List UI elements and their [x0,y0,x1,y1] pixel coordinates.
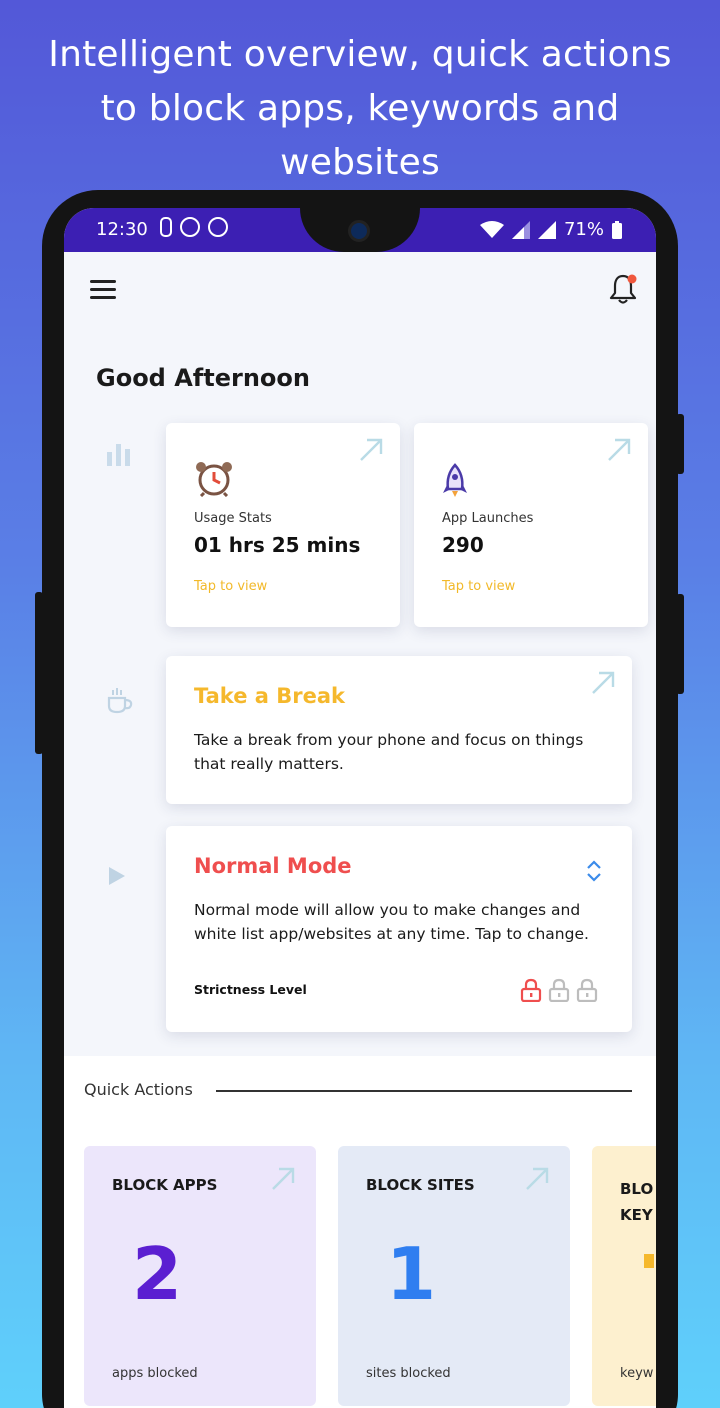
block-keywords-title-line-1: BLO [620,1180,654,1198]
status-notification-icons [160,217,228,237]
sim-icon [160,217,172,237]
greeting-title: Good Afternoon [96,364,310,392]
normal-mode-title: Normal Mode [194,854,352,878]
usage-stats-card[interactable]: Usage Stats 01 hrs 25 mins Tap to view [166,423,400,627]
open-arrow-icon [272,1167,295,1190]
app-launches-value: 290 [442,533,484,557]
app-launches-link[interactable]: Tap to view [442,579,515,594]
block-sites-title: BLOCK SITES [366,1176,475,1194]
block-keywords-count-mark [644,1254,654,1268]
usage-stats-label: Usage Stats [194,511,272,526]
headline-line-3: websites [280,142,440,183]
quick-actions-title: Quick Actions [84,1080,193,1099]
status-system-icons: 71% [479,219,622,240]
front-camera [348,220,370,242]
status-time: 12:30 [96,219,148,240]
app-launches-label: App Launches [442,511,534,526]
block-keywords-sub: keyw [620,1366,654,1381]
status-bar: 12:30 71% [64,208,656,252]
notification-bell-icon[interactable] [608,272,638,306]
app-launches-card[interactable]: App Launches 290 Tap to view [414,423,648,627]
signal-icon [511,220,530,239]
strictness-level-label: Strictness Level [194,982,307,997]
signal-icon-2 [537,220,556,239]
rocket-icon [443,463,467,497]
block-keywords-title: BLO KEY [620,1176,653,1228]
block-apps-sub: apps blocked [112,1366,198,1381]
block-apps-title: BLOCK APPS [112,1176,218,1194]
open-arrow-icon [526,1167,549,1190]
lock-icon [548,978,570,1002]
block-sites-card[interactable]: BLOCK SITES 1 sites blocked [338,1146,570,1406]
block-keywords-title-line-2: KEY [620,1206,653,1224]
chevron-up-down-icon[interactable] [586,860,602,882]
app-top-bar [64,252,656,332]
lock-icon-active [520,978,542,1002]
headline-line-1: Intelligent overview, quick actions [48,34,672,75]
bar-chart-icon [107,444,130,466]
open-arrow-icon [360,438,383,461]
block-sites-count: 1 [386,1232,437,1316]
settings-icon [180,217,200,237]
block-keywords-card[interactable]: BLO KEY keyw [592,1146,656,1406]
headline-line-2: to block apps, keywords and [100,88,620,129]
phone-power-button [676,414,684,474]
take-break-body: Take a break from your phone and focus o… [194,731,584,773]
battery-percent: 71% [563,219,604,240]
quick-actions-divider [216,1090,632,1092]
phone-side-button [676,594,684,694]
phone-volume-button [35,592,43,754]
block-apps-card[interactable]: BLOCK APPS 2 apps blocked [84,1146,316,1406]
promo-headline: Intelligent overview, quick actions to b… [0,28,720,190]
globe-icon [208,217,228,237]
take-break-title: Take a Break [194,684,345,708]
lock-icon [576,978,598,1002]
block-apps-count: 2 [132,1232,183,1316]
play-icon [109,867,125,885]
coffee-cup-icon [107,688,133,714]
usage-stats-value: 01 hrs 25 mins [194,533,361,557]
normal-mode-body: Normal mode will allow you to make chang… [194,901,589,943]
alarm-clock-icon [196,462,232,497]
open-arrow-icon [592,671,615,694]
app-content: Good Afternoon Usage Stats 01 hrs 25 min… [64,252,656,1408]
block-sites-sub: sites blocked [366,1366,451,1381]
take-break-card[interactable]: Take a Break Take a break from your phon… [166,656,632,804]
usage-stats-link[interactable]: Tap to view [194,579,267,594]
wifi-icon [479,220,504,238]
open-arrow-icon [608,438,631,461]
quick-actions-section: Quick Actions BLOCK APPS 2 apps blocked … [64,1056,656,1408]
normal-mode-card[interactable]: Normal Mode Normal mode will allow you t… [166,826,632,1032]
phone-screen: 12:30 71% Good Afternoon Usage Stats 01 … [64,208,656,1408]
strictness-locks [520,978,598,1002]
menu-icon[interactable] [90,280,116,300]
battery-icon [612,220,622,239]
